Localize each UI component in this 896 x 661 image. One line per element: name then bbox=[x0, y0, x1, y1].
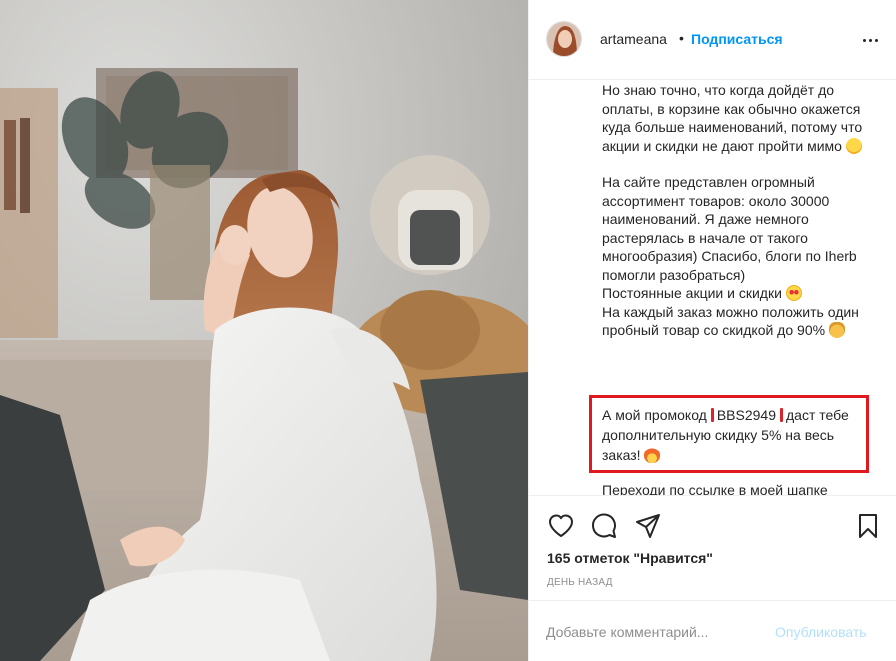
post-actions: 165 отметок "Нравится" ДЕНЬ НАЗАД bbox=[529, 495, 896, 600]
avatar[interactable] bbox=[546, 21, 582, 57]
promo-code: BBS2949 bbox=[716, 407, 777, 423]
fire-emoji-icon bbox=[644, 447, 661, 463]
post-header: artameana • Подписаться bbox=[529, 0, 896, 80]
caption-paragraph-1: Но знаю точно, что когда дойдёт до оплат… bbox=[602, 82, 863, 154]
caption-cut-line: Переходи по ссылке в моей шапке bbox=[602, 482, 828, 495]
caption-paragraph-2c: На каждый заказ можно положить один проб… bbox=[602, 303, 859, 339]
grinning-face-emoji-icon bbox=[845, 137, 862, 154]
caption-area: Но знаю точно, что когда дойдёт до оплат… bbox=[529, 81, 896, 495]
post-timestamp[interactable]: ДЕНЬ НАЗАД bbox=[547, 577, 613, 588]
like-button[interactable] bbox=[547, 512, 575, 540]
caption-paragraph-2a: На сайте представлен огромный ассортимен… bbox=[602, 174, 857, 283]
caption-paragraph: Но знаю точно, что когда дойдёт до оплат… bbox=[602, 81, 867, 155]
share-icon bbox=[636, 514, 660, 538]
username-link[interactable]: artameana bbox=[600, 31, 667, 47]
save-button[interactable] bbox=[854, 512, 882, 540]
caption-text: Но знаю точно, что когда дойдёт до оплат… bbox=[602, 81, 867, 358]
avatar-image bbox=[547, 22, 581, 56]
caption-paragraph-2b: Постоянные акции и скидки bbox=[602, 285, 782, 301]
post-photo[interactable] bbox=[0, 0, 528, 661]
promo-text: А мой промокод BBS2949 даст тебе дополните… bbox=[602, 405, 867, 465]
separator-dot: • bbox=[679, 30, 684, 46]
promo-before: А мой промокод bbox=[602, 407, 707, 423]
heart-eyes-emoji-icon bbox=[785, 285, 802, 301]
caption-paragraph: На сайте представлен огромный ассортимен… bbox=[602, 173, 867, 340]
exclamation-mark-icon bbox=[710, 408, 714, 422]
more-options-icon[interactable] bbox=[861, 30, 881, 50]
comment-icon bbox=[592, 513, 616, 538]
comment-button[interactable] bbox=[590, 512, 618, 540]
post-sidebar: artameana • Подписаться Но знаю точно, ч… bbox=[528, 0, 896, 661]
comment-input[interactable] bbox=[546, 622, 766, 642]
likes-count[interactable]: 165 отметок "Нравится" bbox=[547, 550, 713, 566]
heart-icon bbox=[549, 514, 573, 537]
clapping-hands-emoji-icon bbox=[828, 322, 845, 338]
post-photo-illustration bbox=[0, 0, 528, 661]
share-button[interactable] bbox=[634, 512, 662, 540]
publish-button[interactable]: Опубликовать bbox=[775, 624, 867, 640]
exclamation-mark-icon bbox=[780, 408, 784, 422]
bookmark-icon bbox=[859, 514, 877, 538]
comment-bar: Опубликовать bbox=[529, 600, 896, 661]
follow-button[interactable]: Подписаться bbox=[691, 31, 783, 47]
